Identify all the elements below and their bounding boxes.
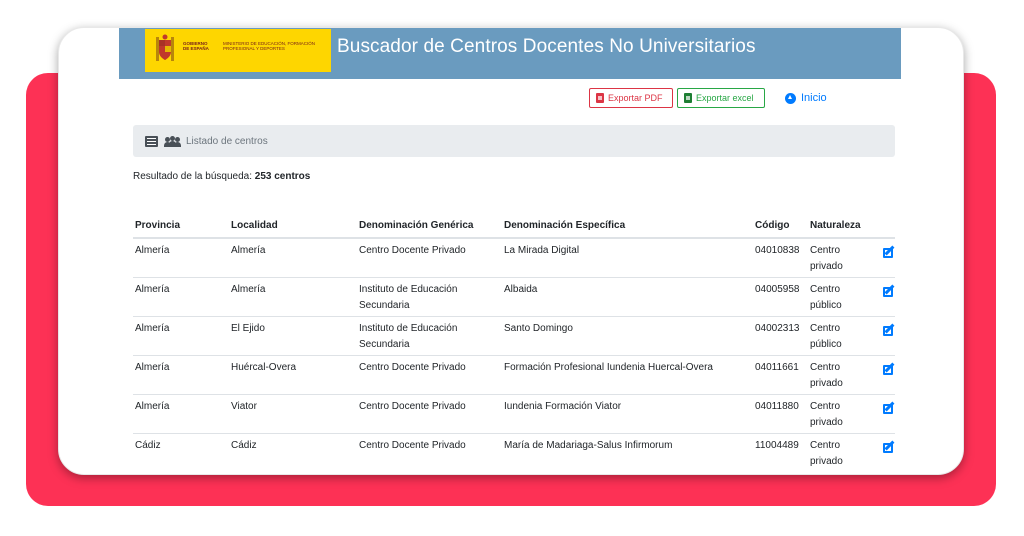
cell-provincia: Cádiz bbox=[133, 433, 229, 472]
table-row[interactable]: Almería Almería Centro Docente Privado La M… bbox=[133, 237, 896, 278]
home-link-label: Inicio bbox=[801, 92, 827, 104]
cell-localidad: Cádiz bbox=[229, 433, 357, 472]
coat-of-arms-icon bbox=[156, 34, 174, 61]
cell-actions bbox=[873, 277, 896, 317]
table-row[interactable]: Cádiz Cádiz Centro Docente Privado María de… bbox=[133, 433, 896, 472]
section-header-listado: Listado de centros bbox=[133, 125, 895, 157]
cell-provincia: Almería bbox=[133, 316, 229, 356]
section-title: Listado de centros bbox=[186, 135, 268, 147]
table-row[interactable]: Almería Huércal-Overa Centro Docente Priva… bbox=[133, 355, 896, 395]
result-count: 253 centros bbox=[254, 171, 311, 182]
export-excel-button[interactable]: Exportar excel bbox=[677, 88, 765, 108]
cell-actions bbox=[873, 355, 896, 395]
column-header-denominacion-generica[interactable]: Denominación Genérica bbox=[357, 214, 502, 239]
cell-codigo: 04010838 bbox=[753, 237, 808, 278]
table-row[interactable]: Almería El Ejido Instituto de Educación Se… bbox=[133, 316, 896, 356]
table-body: Almería Almería Centro Docente Privado La M… bbox=[133, 237, 896, 472]
cell-provincia: Almería bbox=[133, 394, 229, 434]
search-result-summary: Resultado de la búsqueda: 253 centros bbox=[133, 171, 310, 182]
cell-denominacion-generica: Centro Docente Privado bbox=[357, 355, 502, 395]
cell-localidad: Almería bbox=[229, 237, 357, 278]
export-excel-label: Exportar excel bbox=[696, 93, 754, 103]
edit-icon[interactable] bbox=[883, 401, 896, 415]
edit-icon[interactable] bbox=[883, 362, 896, 376]
cell-denominacion-generica: Centro Docente Privado bbox=[357, 394, 502, 434]
table-row[interactable]: Almería Almería Instituto de Educación Sec… bbox=[133, 277, 896, 317]
cell-actions bbox=[873, 316, 896, 356]
cell-provincia: Almería bbox=[133, 355, 229, 395]
cell-actions bbox=[873, 394, 896, 434]
result-prefix: Resultado de la búsqueda: bbox=[133, 171, 255, 182]
cell-naturaleza: Centro privado bbox=[808, 433, 873, 472]
cell-actions bbox=[873, 433, 896, 472]
list-icon bbox=[145, 135, 158, 147]
page-title: Buscador de Centros Docentes No Universi… bbox=[337, 36, 756, 57]
column-header-actions bbox=[873, 214, 895, 239]
export-pdf-button[interactable]: Exportar PDF bbox=[589, 88, 673, 108]
government-logo-text: GOBIERNO DE ESPAÑA bbox=[183, 41, 209, 51]
cell-denominacion-generica: Centro Docente Privado bbox=[357, 237, 502, 278]
export-pdf-label: Exportar PDF bbox=[608, 93, 663, 103]
page-header: GOBIERNO DE ESPAÑA MINISTERIO DE EDUCACI… bbox=[119, 28, 901, 79]
browser-window: GOBIERNO DE ESPAÑA MINISTERIO DE EDUCACI… bbox=[58, 27, 964, 475]
cell-actions bbox=[873, 237, 896, 278]
cell-localidad: Almería bbox=[229, 277, 357, 317]
centers-table: Provincia Localidad Denominación Genéric… bbox=[133, 214, 895, 472]
cell-naturaleza: Centro privado bbox=[808, 394, 873, 434]
cell-denominacion-especifica: Formación Profesional Iundenia Huercal-O… bbox=[502, 355, 753, 395]
cell-codigo: 04005958 bbox=[753, 277, 808, 317]
column-header-localidad[interactable]: Localidad bbox=[229, 214, 357, 239]
cell-denominacion-generica: Centro Docente Privado bbox=[357, 433, 502, 472]
users-icon bbox=[164, 135, 181, 147]
cell-provincia: Almería bbox=[133, 277, 229, 317]
cell-codigo: 04002313 bbox=[753, 316, 808, 356]
pdf-file-icon bbox=[596, 93, 604, 103]
home-link[interactable]: Inicio bbox=[785, 88, 827, 108]
column-header-codigo[interactable]: Código bbox=[753, 214, 808, 239]
cell-codigo: 04011880 bbox=[753, 394, 808, 434]
cell-naturaleza: Centro público bbox=[808, 277, 873, 317]
cell-naturaleza: Centro privado bbox=[808, 355, 873, 395]
cell-denominacion-especifica: Santo Domingo bbox=[502, 316, 753, 356]
cell-localidad: Huércal-Overa bbox=[229, 355, 357, 395]
cell-denominacion-generica: Instituto de Educación Secundaria bbox=[357, 316, 502, 356]
edit-icon[interactable] bbox=[883, 440, 896, 454]
excel-file-icon bbox=[684, 93, 692, 103]
cell-codigo: 11004489 bbox=[753, 433, 808, 472]
cell-codigo: 04011661 bbox=[753, 355, 808, 395]
ministry-logo-text: MINISTERIO DE EDUCACIÓN, FORMACIÓN PROFE… bbox=[223, 41, 316, 51]
home-icon bbox=[785, 92, 796, 104]
cell-localidad: Viator bbox=[229, 394, 357, 434]
edit-icon[interactable] bbox=[883, 284, 896, 298]
cell-denominacion-especifica: María de Madariaga-Salus Infirmorum bbox=[502, 433, 753, 472]
edit-icon[interactable] bbox=[883, 245, 896, 259]
cell-naturaleza: Centro público bbox=[808, 316, 873, 356]
table-header-row: Provincia Localidad Denominación Genéric… bbox=[133, 214, 895, 239]
column-header-naturaleza[interactable]: Naturaleza bbox=[808, 214, 873, 239]
government-logo: GOBIERNO DE ESPAÑA MINISTERIO DE EDUCACI… bbox=[145, 29, 331, 72]
edit-icon[interactable] bbox=[883, 323, 896, 337]
column-header-denominacion-especifica[interactable]: Denominación Específica bbox=[502, 214, 753, 239]
column-header-provincia[interactable]: Provincia bbox=[133, 214, 229, 239]
cell-localidad: El Ejido bbox=[229, 316, 357, 356]
cell-denominacion-especifica: Iundenia Formación Viator bbox=[502, 394, 753, 434]
cell-denominacion-especifica: Albaida bbox=[502, 277, 753, 317]
cell-provincia: Almería bbox=[133, 237, 229, 278]
cell-denominacion-generica: Instituto de Educación Secundaria bbox=[357, 277, 502, 317]
cell-naturaleza: Centro privado bbox=[808, 237, 873, 278]
cell-denominacion-especifica: La Mirada Digital bbox=[502, 237, 753, 278]
table-row[interactable]: Almería Viator Centro Docente Privado Iunde… bbox=[133, 394, 896, 434]
